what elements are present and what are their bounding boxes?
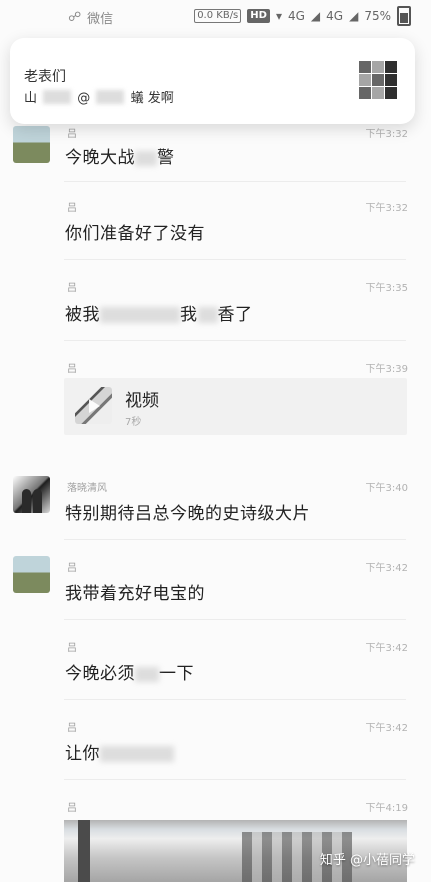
message-text-part: 香了 (218, 305, 253, 325)
message-divider (64, 699, 406, 700)
sender-avatar[interactable] (13, 556, 50, 593)
sender-name: 吕 (67, 639, 77, 654)
message-text: 今晚大战 警 (65, 143, 175, 168)
message-text: 今晚必须 一下 (65, 659, 194, 684)
status-right: 0.0 KB/s HD ▾ 4G ◢ 4G ◢ 75% (194, 6, 411, 26)
blurred-text (198, 307, 218, 323)
notification-body-suffix: 蟻 发啊 (131, 91, 174, 106)
message-text-part: 一下 (159, 664, 194, 684)
blurred-text (135, 667, 159, 682)
sender-name: 吕 (67, 799, 77, 814)
message-time: 下午4:19 (366, 799, 408, 814)
signal-2-label: 4G (326, 9, 343, 23)
message-time: 下午3:39 (366, 360, 408, 375)
message-text: 特别期待吕总今晚的史诗级大片 (65, 499, 310, 524)
message-divider (64, 779, 406, 780)
message-time: 下午3:42 (366, 559, 408, 574)
message-text-part: 今晚必须 (65, 664, 135, 684)
zhihu-watermark: 知乎 @小蓓同学 (320, 849, 415, 868)
message-time: 下午3:32 (366, 125, 408, 140)
blurred-text (100, 746, 174, 762)
video-thumbnail (75, 387, 112, 424)
signal-1-label: 4G (288, 9, 305, 23)
sender-name: 吕 (67, 199, 77, 214)
video-duration: 7秒 (125, 413, 141, 428)
message-time: 下午3:42 (366, 719, 408, 734)
blurred-text (135, 151, 157, 166)
message-text-part: 被我 (65, 305, 100, 325)
play-icon (89, 399, 100, 413)
status-app-label: 微信 (87, 8, 113, 27)
notification-body: 山 @ 蟻 发啊 (24, 87, 174, 106)
message-time: 下午3:42 (366, 639, 408, 654)
message-text: 被我 我香了 (65, 300, 253, 325)
notification-body-prefix: 山 (24, 91, 37, 106)
notification-body-middle: @ (77, 91, 90, 106)
group-notification[interactable]: 老表们 山 @ 蟻 发啊 (10, 38, 415, 124)
battery-icon (397, 6, 411, 26)
message-time: 下午3:35 (366, 279, 408, 294)
message-text-part: 警 (157, 148, 175, 168)
sender-name: 吕 (67, 360, 77, 375)
wechat-icon: ☍ (68, 10, 81, 25)
video-message-card[interactable]: 视频 7秒 (64, 378, 407, 435)
message-text: 我带着充好电宝的 (65, 579, 205, 604)
signal-1-icon: ◢ (311, 9, 320, 23)
message-text-part: 今晚大战 (65, 148, 135, 168)
blurred-text (43, 90, 71, 104)
sender-name: 落晓清风 (67, 479, 107, 494)
status-bar: ☍ 微信 0.0 KB/s HD ▾ 4G ◢ 4G ◢ 75% (0, 0, 431, 34)
notification-title: 老表们 (24, 66, 66, 86)
message-divider (64, 181, 406, 182)
group-avatar-grid (359, 61, 397, 99)
video-title: 视频 (125, 386, 159, 411)
hd-indicator: HD (247, 9, 270, 23)
sender-name: 吕 (67, 719, 77, 734)
blurred-text (96, 90, 124, 104)
message-divider (64, 539, 406, 540)
message-divider (64, 259, 406, 260)
message-text: 让你 (65, 739, 174, 764)
sender-name: 吕 (67, 125, 77, 140)
status-left: ☍ 微信 (68, 8, 113, 27)
sender-name: 吕 (67, 279, 77, 294)
message-text-part: 让你 (65, 744, 100, 764)
sender-avatar[interactable] (13, 126, 50, 163)
message-time: 下午3:32 (366, 199, 408, 214)
blurred-text (100, 307, 180, 323)
signal-2-icon: ◢ (349, 9, 358, 23)
sender-name: 吕 (67, 559, 77, 574)
wifi-icon: ▾ (276, 9, 282, 23)
message-divider (64, 340, 406, 341)
sender-avatar[interactable] (13, 476, 50, 513)
message-time: 下午3:40 (366, 479, 408, 494)
message-text: 你们准备好了没有 (65, 219, 205, 244)
chat-list: 吕 下午3:32 今晚大战 警 吕 下午3:32 你们准备好了没有 吕 下午3:3… (0, 34, 431, 880)
message-text-part: 我 (180, 305, 198, 325)
network-speed-indicator: 0.0 KB/s (194, 9, 241, 23)
battery-text: 75% (364, 9, 391, 23)
message-divider (64, 619, 406, 620)
